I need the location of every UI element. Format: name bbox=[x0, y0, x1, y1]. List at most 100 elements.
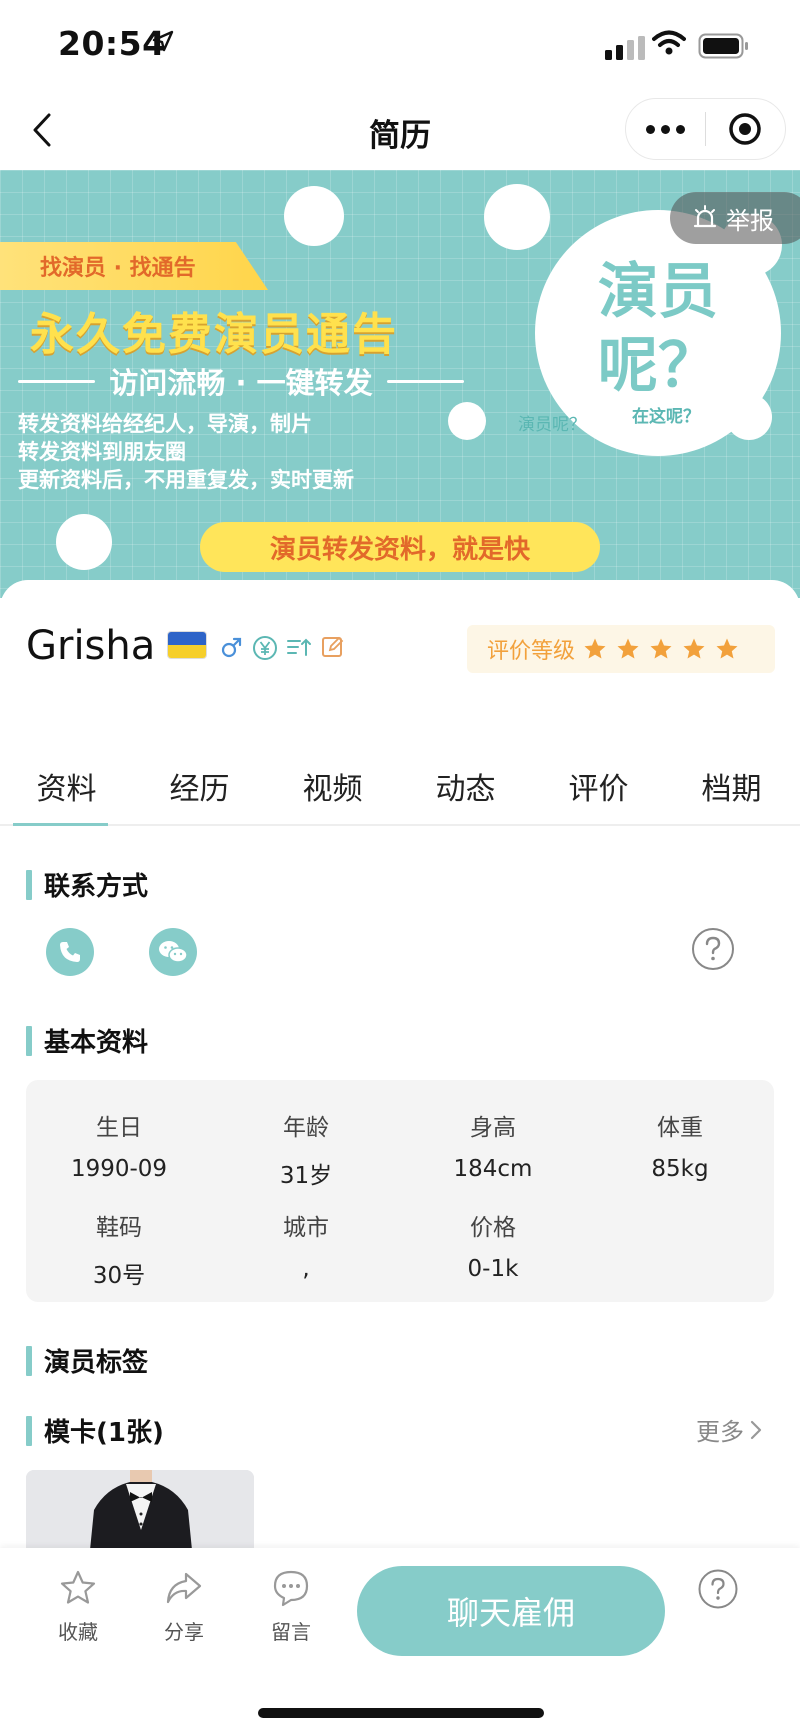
info-value: 30号 bbox=[92, 1263, 146, 1289]
info-value: , bbox=[302, 1256, 310, 1282]
favorite-button[interactable]: 收藏 bbox=[38, 1568, 118, 1645]
wifi-icon bbox=[652, 30, 686, 55]
nav-bar: 简历 bbox=[0, 92, 800, 170]
actor-name: Grisha bbox=[26, 623, 156, 669]
more-link[interactable]: 更多 bbox=[696, 1412, 762, 1447]
wechat-icon bbox=[159, 941, 188, 963]
banner-decoration bbox=[56, 514, 112, 570]
profile-header: Grisha 评价等级 bbox=[0, 580, 800, 730]
model-card-section-header: 模卡(1张) bbox=[26, 1412, 164, 1449]
banner-pill: 演员转发资料，就是快 bbox=[200, 522, 600, 572]
signal-icon bbox=[605, 36, 645, 60]
info-price: 价格 0-1k bbox=[408, 1208, 578, 1282]
message-button[interactable]: 留言 bbox=[251, 1568, 331, 1645]
info-value: 0-1k bbox=[467, 1256, 519, 1282]
info-value: 1990-09 bbox=[70, 1156, 168, 1182]
location-arrow-icon bbox=[152, 30, 174, 52]
banner-feature-line: 更新资料后，不用重复发，实时更新 bbox=[18, 468, 354, 492]
banner-subline: 访问流畅 · 一键转发 bbox=[18, 360, 464, 402]
section-title: 演员标签 bbox=[44, 1348, 149, 1378]
star-icon bbox=[683, 638, 705, 659]
info-birthday: 生日 1990-09 bbox=[34, 1108, 204, 1182]
star-icon bbox=[617, 638, 639, 659]
tab-video[interactable]: 视频 bbox=[266, 740, 399, 824]
status-time: 20:54 bbox=[58, 24, 166, 63]
alarm-icon bbox=[693, 205, 717, 228]
target-icon bbox=[729, 113, 762, 145]
info-value: 85kg bbox=[651, 1156, 709, 1182]
section-title: 模卡(1张) bbox=[44, 1418, 164, 1448]
banner-decoration bbox=[484, 184, 550, 250]
info-city: 城市 , bbox=[221, 1208, 391, 1282]
rating-label: 评价等级 bbox=[487, 639, 576, 664]
section-title: 基本资料 bbox=[44, 1028, 149, 1058]
yen-badge-icon bbox=[253, 636, 277, 660]
chat-hire-button[interactable]: 聊天雇佣 bbox=[357, 1566, 665, 1656]
tab-reviews[interactable]: 评价 bbox=[532, 740, 665, 824]
info-label: 价格 bbox=[470, 1215, 516, 1241]
info-weight: 体重 85kg bbox=[595, 1108, 765, 1182]
banner-feature-line: 转发资料到朋友圈 bbox=[18, 440, 186, 464]
chat-bubble-icon bbox=[273, 1570, 309, 1607]
info-value: 184cm bbox=[453, 1156, 533, 1182]
more-label: 更多 bbox=[696, 1418, 744, 1446]
share-icon bbox=[166, 1572, 202, 1604]
help-icon[interactable] bbox=[690, 926, 736, 972]
bubble-caption-right: 在这呢？ bbox=[632, 407, 700, 427]
mini-program-capsule bbox=[625, 98, 786, 160]
close-mini-program-button[interactable] bbox=[706, 99, 785, 159]
share-button[interactable]: 分享 bbox=[144, 1568, 224, 1645]
phone-button[interactable] bbox=[46, 928, 94, 976]
report-label: 举报 bbox=[726, 206, 774, 235]
banner-subline-text: 访问流畅 · 一键转发 bbox=[109, 366, 373, 400]
star-icon bbox=[584, 638, 606, 659]
tab-schedule[interactable]: 档期 bbox=[665, 740, 798, 824]
report-button[interactable]: 举报 bbox=[670, 192, 800, 244]
info-age: 年龄 31岁 bbox=[221, 1108, 391, 1190]
home-indicator[interactable] bbox=[258, 1708, 544, 1718]
banner-decoration bbox=[448, 402, 486, 440]
tab-experience[interactable]: 经历 bbox=[133, 740, 266, 824]
speech-bubble-text: 演员呢？ bbox=[598, 257, 718, 401]
info-label: 身高 bbox=[470, 1115, 516, 1141]
tab-activity[interactable]: 动态 bbox=[399, 740, 532, 824]
sort-upload-icon bbox=[287, 638, 311, 656]
banner-decoration bbox=[284, 186, 344, 246]
favorite-label: 收藏 bbox=[58, 1620, 98, 1644]
share-label: 分享 bbox=[164, 1620, 204, 1644]
info-shoe-size: 鞋码 30号 bbox=[34, 1208, 204, 1290]
basic-info-card: 生日 1990-09 年龄 31岁 身高 184cm 体重 85kg 鞋码 30… bbox=[26, 1080, 774, 1302]
male-icon bbox=[221, 637, 242, 658]
rating-stars bbox=[583, 637, 739, 661]
star-icon bbox=[650, 638, 672, 659]
info-label: 年龄 bbox=[283, 1115, 329, 1141]
tags-section-header: 演员标签 bbox=[26, 1342, 148, 1379]
help-icon[interactable] bbox=[697, 1568, 739, 1610]
bottom-action-bar: 收藏 分享 留言 聊天雇佣 bbox=[0, 1548, 800, 1731]
phone-icon bbox=[60, 942, 80, 962]
info-label: 体重 bbox=[657, 1115, 703, 1141]
message-label: 留言 bbox=[271, 1620, 311, 1644]
info-label: 生日 bbox=[96, 1115, 142, 1141]
basic-info-section-header: 基本资料 bbox=[26, 1022, 148, 1059]
ukraine-flag-icon bbox=[168, 632, 206, 658]
bubble-caption-left: 演员呢？ bbox=[518, 415, 586, 435]
info-value: 31岁 bbox=[279, 1163, 333, 1189]
banner-tag: 找演员 · 找通告 bbox=[40, 256, 196, 281]
more-menu-button[interactable] bbox=[626, 99, 705, 159]
info-label: 城市 bbox=[283, 1215, 329, 1241]
banner-feature-line: 转发资料给经纪人，导演，制片 bbox=[18, 412, 312, 436]
star-icon bbox=[716, 638, 738, 659]
tab-profile[interactable]: 资料 bbox=[0, 740, 133, 826]
chevron-right-icon bbox=[750, 1420, 762, 1439]
edit-icon[interactable] bbox=[320, 634, 346, 660]
banner-feature-list: 转发资料给经纪人，导演，制片 转发资料到朋友圈 更新资料后，不用重复发，实时更新 bbox=[18, 410, 354, 494]
profile-tabs: 资料 经历 视频 动态 评价 档期 bbox=[0, 740, 800, 826]
section-title: 联系方式 bbox=[44, 872, 149, 902]
info-height: 身高 184cm bbox=[408, 1108, 578, 1182]
wechat-button[interactable] bbox=[149, 928, 197, 976]
contact-section-header: 联系方式 bbox=[26, 866, 148, 903]
battery-icon bbox=[698, 33, 748, 59]
status-bar: 20:54 bbox=[0, 0, 800, 92]
promo-banner[interactable]: 找演员 · 找通告 永久免费演员通告 访问流畅 · 一键转发 转发资料给经纪人，… bbox=[0, 170, 800, 598]
